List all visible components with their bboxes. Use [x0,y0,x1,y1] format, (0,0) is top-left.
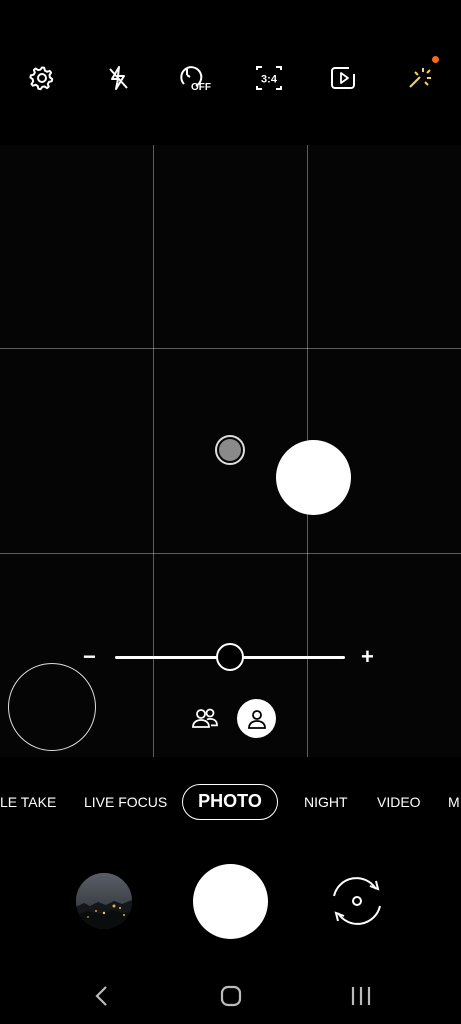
back-icon [95,986,107,1006]
aspect-ratio-icon: 3:4 [256,66,282,90]
grid-line [153,145,154,757]
mode-photo[interactable]: PHOTO [182,784,278,820]
mode-live-focus[interactable]: LIVE FOCUS [84,780,167,824]
home-button[interactable] [211,976,251,1016]
back-button[interactable] [82,976,122,1016]
focus-point-fill [219,439,241,461]
group-button[interactable] [190,704,220,734]
background-effect-button[interactable] [8,663,96,751]
settings-button[interactable] [24,60,60,96]
switch-camera-button[interactable] [326,872,388,930]
timer-button[interactable]: OFF [175,60,215,96]
slider-plus[interactable]: + [361,643,374,671]
filters-icon [409,68,431,88]
focus-point-small[interactable] [215,435,245,465]
gallery-preview-image [76,873,132,929]
system-nav-bar [0,960,461,1024]
slider-minus[interactable]: − [83,643,96,671]
grid-line [0,553,461,554]
mode-video[interactable]: VIDEO [377,780,421,824]
settings-icon [29,66,54,91]
filters-button[interactable] [401,56,439,96]
person-icon [247,709,266,729]
flash-button[interactable] [100,60,136,96]
group-icon [192,708,218,728]
mode-selector[interactable]: LE TAKE LIVE FOCUS PHOTO NIGHT VIDEO M [0,780,461,826]
shutter-button[interactable] [193,864,268,939]
timer-off-label: OFF [191,82,211,93]
mode-night[interactable]: NIGHT [304,780,348,824]
recents-button[interactable] [341,976,381,1016]
aspect-ratio-button[interactable]: 3:4 [251,60,287,96]
new-badge [432,56,439,63]
timer-icon: OFF [180,66,211,93]
switch-camera-icon [333,877,381,925]
focus-point-large[interactable] [276,440,351,515]
slider-thumb[interactable] [216,643,244,671]
home-icon [220,985,242,1007]
mode-more[interactable]: M [448,780,460,824]
flash-off-icon [109,66,128,90]
motion-photo-button[interactable] [326,60,362,96]
gallery-thumbnail[interactable] [76,873,132,929]
mode-single-take[interactable]: LE TAKE [0,780,56,824]
single-person-button[interactable] [237,699,276,738]
grid-line [0,348,461,349]
recents-icon [351,987,371,1005]
aspect-ratio-label: 3:4 [261,74,278,86]
motion-photo-icon [331,67,355,89]
camera-top-bar: OFF 3:4 [0,0,461,145]
